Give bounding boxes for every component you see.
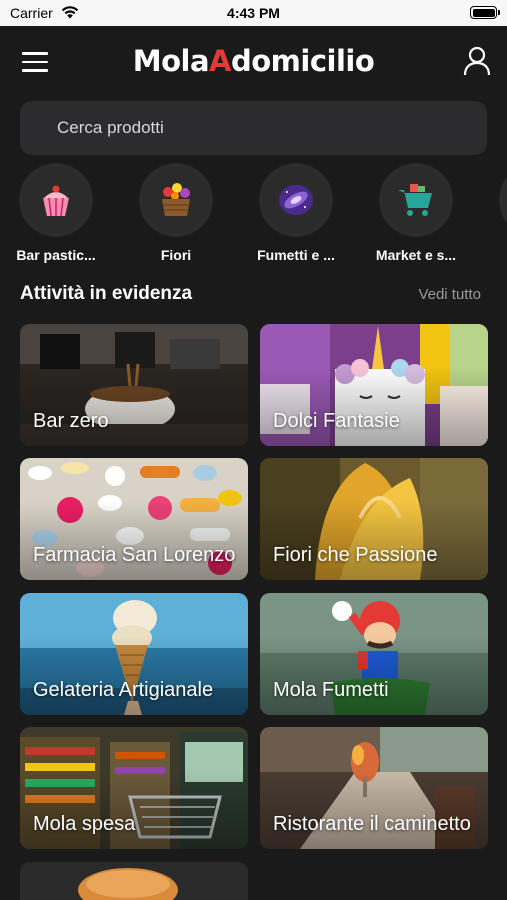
category-circle	[139, 163, 213, 237]
search-input[interactable]	[57, 101, 457, 155]
store-name: Mola spesa	[33, 813, 136, 835]
app-logo: MolaAdomicilio	[0, 44, 507, 78]
store-card-ristorante[interactable]: Ristorante il caminetto	[260, 727, 488, 849]
category-list: Bar pastic... Fiori Fumetti e ... Market…	[0, 160, 507, 270]
store-card-farmacia[interactable]: Farmacia San Lorenzo	[20, 458, 248, 580]
featured-section-title: Attività in evidenza	[20, 283, 193, 304]
category-label: Bar pastic...	[16, 247, 96, 263]
flower-basket-icon	[162, 183, 190, 216]
category-circle	[19, 163, 93, 237]
store-card-fiori-che-passione[interactable]: Fiori che Passione	[260, 458, 488, 580]
store-name: Ristorante il caminetto	[273, 813, 471, 835]
store-card-mola-spesa[interactable]: Mola spesa	[20, 727, 248, 849]
cupcake-icon	[43, 185, 69, 217]
store-name: Bar zero	[33, 410, 109, 432]
category-fumetti[interactable]: Fumetti e ...	[236, 160, 356, 263]
category-circle	[499, 163, 507, 237]
app-header: MolaAdomicilio	[0, 26, 507, 96]
logo-text-a: A	[209, 44, 231, 78]
see-all-link[interactable]: Vedi tutto	[418, 286, 481, 303]
store-name: Fiori che Passione	[273, 544, 438, 566]
category-partial[interactable]: M	[476, 160, 507, 263]
store-name: Mola Fumetti	[273, 679, 389, 701]
store-card-dolci-fantasie[interactable]: Dolci Fantasie	[260, 324, 488, 446]
category-label: M	[476, 247, 507, 263]
store-name: Dolci Fantasie	[273, 410, 400, 432]
galaxy-icon	[279, 185, 313, 215]
shopping-cart-icon	[398, 184, 432, 216]
category-bar-pasticceria[interactable]: Bar pastic...	[0, 160, 116, 263]
store-card-bar-zero[interactable]: Bar zero	[20, 324, 248, 446]
store-name: Gelateria Artigianale	[33, 679, 214, 701]
category-market[interactable]: Market e s...	[356, 160, 476, 263]
store-card-partial[interactable]	[20, 862, 248, 900]
battery-icon	[470, 6, 500, 19]
category-label: Market e s...	[375, 247, 457, 263]
category-circle	[379, 163, 453, 237]
store-card-mola-fumetti[interactable]: Mola Fumetti	[260, 593, 488, 715]
logo-text-domicilio: domicilio	[230, 44, 375, 78]
category-circle	[259, 163, 333, 237]
category-label: Fumetti e ...	[257, 247, 335, 263]
clock: 4:43 PM	[227, 5, 280, 21]
category-fiori[interactable]: Fiori	[116, 160, 236, 263]
store-card-gelateria[interactable]: Gelateria Artigianale	[20, 593, 248, 715]
category-label: Fiori	[160, 247, 192, 263]
bread-image	[20, 862, 248, 900]
search-bar[interactable]	[20, 101, 487, 155]
logo-text-mola: Mola	[132, 44, 210, 78]
status-bar: Carrier 4:43 PM	[0, 0, 507, 26]
store-name: Farmacia San Lorenzo	[33, 544, 236, 566]
user-profile-icon[interactable]	[463, 46, 491, 76]
